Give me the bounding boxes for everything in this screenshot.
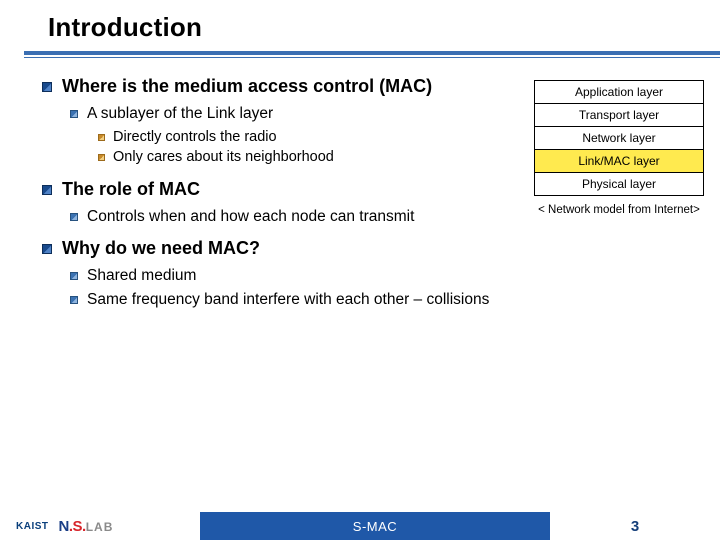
- bullet-text: Why do we need MAC?: [62, 238, 260, 259]
- bullet-square-l2-icon: [70, 213, 78, 221]
- nslab-lab: LAB: [86, 520, 114, 534]
- bullet-square-l3-icon: [98, 134, 105, 141]
- footer-center-label: S-MAC: [200, 512, 550, 540]
- bullet-text: Same frequency band interfere with each …: [87, 291, 489, 309]
- bullet-square-l2-icon: [70, 110, 78, 118]
- bullet-square-l2-icon: [70, 296, 78, 304]
- layer-row-physical: Physical layer: [534, 173, 704, 196]
- layer-row-application: Application layer: [534, 80, 704, 104]
- nslab-n: N: [59, 518, 69, 535]
- bullet-text: Directly controls the radio: [113, 129, 277, 145]
- slide-title: Introduction: [0, 12, 720, 43]
- title-underline: [0, 51, 720, 58]
- layer-row-transport: Transport layer: [534, 104, 704, 127]
- slide-footer: KAIST N.S.LAB S-MAC 3: [0, 512, 720, 540]
- network-model-caption: < Network model from Internet>: [534, 204, 704, 216]
- bullet-square-l3-icon: [98, 154, 105, 161]
- bullet-square-l2-icon: [70, 272, 78, 280]
- bullet-text: Only cares about its neighborhood: [113, 149, 334, 165]
- bullet-text: A sublayer of the Link layer: [87, 105, 273, 123]
- bullet-square-l1-icon: [42, 244, 52, 254]
- bullet-why-need-mac: Why do we need MAC?: [42, 238, 706, 259]
- bullet-text: The role of MAC: [62, 179, 200, 200]
- bullet-square-l1-icon: [42, 82, 52, 92]
- bullet-shared-medium: Shared medium: [70, 267, 706, 285]
- footer-left-logos: KAIST N.S.LAB: [0, 512, 200, 540]
- nslab-s: S: [73, 518, 83, 535]
- page-number: 3: [550, 512, 720, 540]
- title-area: Introduction: [0, 0, 720, 58]
- bullet-text: Where is the medium access control (MAC): [62, 76, 432, 97]
- bullet-text: Shared medium: [87, 267, 196, 285]
- layer-row-network: Network layer: [534, 127, 704, 150]
- layer-row-link-mac: Link/MAC layer: [534, 150, 704, 173]
- underline-thick: [24, 51, 720, 55]
- bullet-collisions: Same frequency band interfere with each …: [70, 291, 706, 309]
- slide: Introduction Where is the medium access …: [0, 0, 720, 540]
- bullet-text: Controls when and how each node can tran…: [87, 208, 414, 226]
- kaist-logo: KAIST: [16, 521, 49, 532]
- nslab-logo: N.S.LAB: [59, 518, 114, 535]
- network-model-table: Application layer Transport layer Networ…: [534, 80, 704, 216]
- kaist-text: KAIST: [16, 521, 49, 532]
- bullet-square-l1-icon: [42, 185, 52, 195]
